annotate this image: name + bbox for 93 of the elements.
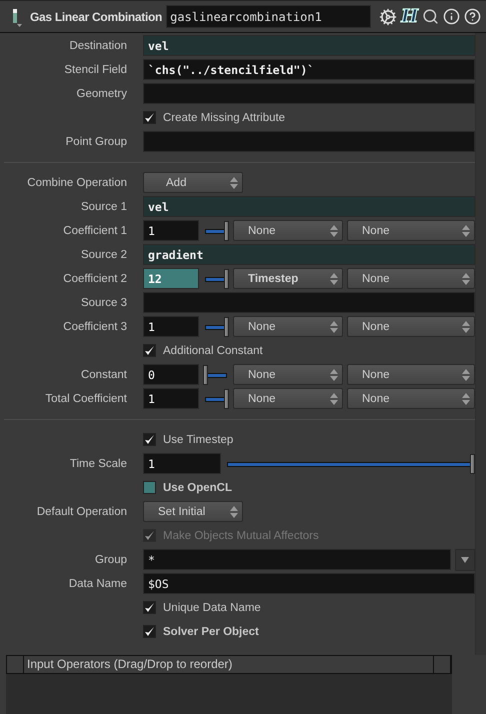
text-field[interactable]: *: [143, 549, 451, 570]
node-name-field[interactable]: gaslinearcombination1: [166, 5, 372, 28]
parameter-label: Point Group: [64, 136, 128, 148]
slider-thumb[interactable]: [203, 364, 208, 384]
up-down-arrows-icon: [330, 369, 338, 381]
checkbox-label: Unique Data Name: [163, 602, 261, 614]
text-field[interactable]: vel: [143, 35, 475, 56]
number-field[interactable]: 0: [143, 364, 199, 385]
up-down-arrows-icon: [462, 393, 470, 405]
number-field[interactable]: 1: [143, 453, 221, 474]
parameter-label: Time Scale: [68, 458, 128, 470]
slider-thumb[interactable]: [224, 268, 229, 288]
node-icon: [12, 6, 22, 26]
checkbox-label: Make Objects Mutual Affectors: [163, 530, 319, 542]
checkbox-label: Solver Per Object: [163, 626, 259, 638]
up-down-arrows-icon: [462, 321, 470, 333]
gear-icon[interactable]: [379, 8, 398, 26]
parameter-label: Coefficient 3: [62, 320, 128, 332]
text-field[interactable]: $OS: [143, 573, 475, 594]
up-down-arrows-icon: [230, 177, 238, 189]
dropdown-menu[interactable]: None: [233, 220, 343, 241]
help-icon[interactable]: [464, 8, 482, 25]
up-down-arrows-icon: [330, 273, 338, 285]
parameter-label: Destination: [68, 40, 128, 52]
up-down-arrows-icon: [330, 321, 338, 333]
parameter-label: Geometry: [76, 88, 128, 100]
parameter-label: Stencil Field: [63, 64, 128, 76]
checkbox[interactable]: [143, 344, 156, 357]
slider-track[interactable]: [203, 316, 229, 336]
dropdown-menu[interactable]: Timestep: [233, 268, 343, 289]
number-field[interactable]: 12: [143, 268, 199, 289]
checkbox[interactable]: [143, 433, 156, 446]
parameter-label: Coefficient 1: [62, 224, 128, 236]
node-type-title: Gas Linear Combination: [30, 10, 162, 24]
parameter-label: Data Name: [68, 578, 128, 590]
dropdown-menu[interactable]: None: [347, 268, 475, 289]
parameter-label: Constant: [80, 368, 128, 380]
slider-track[interactable]: [203, 220, 229, 240]
checkbox-label: Use OpenCL: [163, 482, 232, 494]
parameter-label: Default Operation: [36, 506, 128, 518]
number-field[interactable]: 1: [143, 388, 199, 409]
dropdown-menu[interactable]: None: [347, 316, 475, 337]
slider-thumb[interactable]: [224, 316, 229, 336]
slider-track[interactable]: [203, 388, 229, 408]
up-down-arrows-icon: [230, 506, 238, 518]
up-down-arrows-icon: [462, 273, 470, 285]
text-field[interactable]: [143, 83, 475, 104]
parameter-label: Total Coefficient: [44, 392, 128, 404]
slider-thumb[interactable]: [224, 220, 229, 240]
slider-track[interactable]: [225, 454, 475, 474]
parameter-label: Coefficient 2: [62, 272, 128, 284]
dropdown-menu[interactable]: Add: [143, 172, 243, 193]
parameter-label: Source 3: [80, 296, 128, 308]
text-field[interactable]: [143, 292, 475, 313]
search-icon[interactable]: [422, 8, 440, 25]
checkbox[interactable]: [143, 111, 156, 124]
dropdown-menu[interactable]: None: [233, 388, 343, 409]
caret-icon: [461, 556, 469, 562]
checkbox-label: Create Missing Attribute: [163, 112, 286, 124]
scrollbar[interactable]: [475, 33, 486, 655]
parameter-label: Combine Operation: [26, 176, 128, 188]
dropdown-menu[interactable]: None: [347, 220, 475, 241]
up-down-arrows-icon: [462, 369, 470, 381]
parameter-label: Source 2: [80, 248, 128, 260]
checkbox[interactable]: [143, 601, 156, 614]
up-down-arrows-icon: [330, 393, 338, 405]
dropdown-menu[interactable]: None: [347, 364, 475, 385]
dropdown-menu[interactable]: None: [233, 364, 343, 385]
slider-thumb[interactable]: [224, 388, 229, 408]
slider-thumb[interactable]: [470, 454, 475, 474]
dropdown-button[interactable]: [455, 548, 475, 570]
number-field[interactable]: 1: [143, 316, 199, 337]
slider-track[interactable]: [203, 364, 229, 384]
number-field[interactable]: 1: [143, 220, 199, 241]
dropdown-menu[interactable]: Set Initial: [143, 501, 243, 522]
checkbox-label: Additional Constant: [163, 344, 263, 356]
parameter-label: Source 1: [80, 200, 128, 212]
up-down-arrows-icon: [462, 225, 470, 237]
dropdown-menu[interactable]: None: [347, 388, 475, 409]
parameter-label: Group: [94, 554, 128, 566]
column-header: Input Operators (Drag/Drop to reorder): [24, 656, 434, 673]
checkbox[interactable]: [143, 481, 156, 494]
dropdown-menu[interactable]: None: [233, 316, 343, 337]
text-field[interactable]: [143, 131, 475, 152]
slider-track[interactable]: [203, 268, 229, 288]
up-down-arrows-icon: [330, 225, 338, 237]
text-field[interactable]: gradient: [143, 244, 475, 265]
checkbox[interactable]: [143, 625, 156, 638]
info-icon[interactable]: [443, 8, 460, 25]
text-field[interactable]: vel: [143, 196, 475, 217]
text-field[interactable]: `chs("../stencilfield")`: [143, 59, 475, 80]
checkbox-label: Use Timestep: [163, 434, 234, 446]
input-operators-list[interactable]: [6, 674, 452, 714]
